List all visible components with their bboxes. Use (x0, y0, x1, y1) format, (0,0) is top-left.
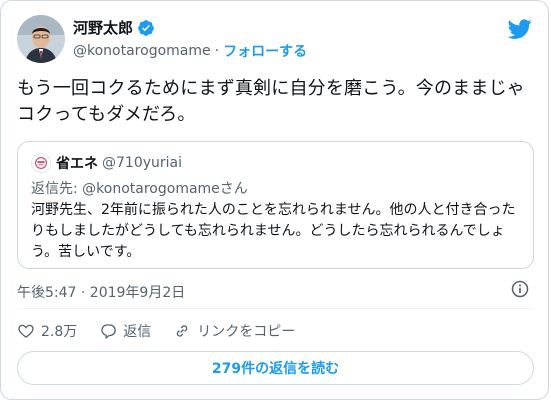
tweet-timestamp[interactable]: 午後5:47 · 2019年9月2日 (17, 282, 185, 302)
author-handle[interactable]: @konotarogomame (73, 43, 211, 59)
quoted-author-avatar[interactable] (31, 153, 51, 173)
action-bar: 2.8万 返信 リンクをコピー (17, 321, 317, 341)
author-handle-row: @konotarogomame · フォローする (73, 41, 307, 61)
quoted-name-row: 省エネ @710yuriai (56, 153, 182, 173)
reply-button[interactable]: 返信 (99, 321, 151, 341)
tweet-text: もう一回コクるためにまず真剣に自分を磨こう。今のままじゃコクってもダメだろ。 (17, 78, 525, 125)
quoted-tweet-text: 河野先生、2年前に振られた人のことを忘れられません。他の人と付き合ったりもしまし… (31, 202, 516, 260)
reply-icon (101, 324, 116, 340)
reply-to-label: 返信先: @konotarogomameさん (31, 181, 248, 197)
copy-link-label: リンクをコピー (197, 324, 296, 340)
quoted-author-handle[interactable]: @710yuriai (102, 155, 182, 171)
read-replies-button[interactable]: 279件の返信を読む (17, 351, 534, 385)
heart-icon (18, 324, 34, 338)
author-avatar[interactable] (17, 15, 65, 63)
link-icon (176, 325, 188, 337)
divider (17, 308, 532, 309)
quoted-author-name[interactable]: 省エネ (56, 153, 98, 173)
quoted-tweet[interactable]: 省エネ @710yuriai 返信先: @konotarogomameさん 河野… (17, 141, 534, 269)
twitter-bird-icon[interactable] (508, 17, 532, 41)
follow-button[interactable]: フォローする (223, 41, 307, 61)
reply-label: 返信 (123, 324, 152, 340)
author-name[interactable]: 河野太郎 (73, 17, 133, 38)
author-name-row: 河野太郎 (73, 17, 155, 38)
info-icon[interactable] (510, 279, 530, 299)
like-count: 2.8万 (41, 324, 78, 340)
tweet-card: 河野太郎 @konotarogomame · フォローする もう一回コクるために… (0, 0, 549, 400)
verified-badge-icon (138, 19, 154, 36)
like-button[interactable]: 2.8万 (17, 321, 77, 341)
copy-link-button[interactable]: リンクをコピー (173, 321, 295, 341)
separator-dot: · (214, 43, 220, 59)
